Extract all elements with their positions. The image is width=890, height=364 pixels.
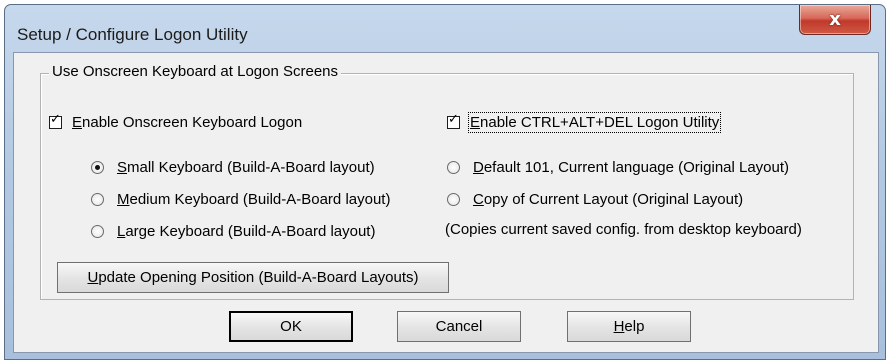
radio-label: Large Keyboard (Build-A-Board layout) xyxy=(117,223,376,240)
logon-keyboard-group: Use Onscreen Keyboard at Logon Screens ✓… xyxy=(40,63,854,300)
radio-button[interactable] xyxy=(447,193,460,206)
checkbox-box[interactable]: ✓ xyxy=(447,112,460,129)
window-title: Setup / Configure Logon Utility xyxy=(17,25,248,44)
cancel-button[interactable]: Cancel xyxy=(397,311,521,342)
button-label: Help xyxy=(613,318,645,335)
radio-copy-current-layout[interactable]: Copy of Current Layout (Original Layout) xyxy=(447,191,743,208)
group-legend: Use Onscreen Keyboard at Logon Screens xyxy=(49,63,342,80)
close-icon: x xyxy=(829,9,841,30)
checkbox-box[interactable]: ✓ xyxy=(49,112,62,129)
radio-label: Small Keyboard (Build-A-Board layout) xyxy=(117,159,375,176)
dialog-window: Setup / Configure Logon Utility x Use On… xyxy=(4,4,886,360)
radio-label: Default 101, Current language (Original … xyxy=(473,159,790,176)
copy-layout-note: (Copies current saved config. from deskt… xyxy=(445,221,802,238)
close-button[interactable]: x xyxy=(799,5,871,35)
button-label: Update Opening Position (Build-A-Board L… xyxy=(87,269,419,286)
button-label: OK xyxy=(280,318,302,335)
radio-large-keyboard[interactable]: Large Keyboard (Build-A-Board layout) xyxy=(91,223,375,240)
radio-button[interactable] xyxy=(447,161,460,174)
radio-small-keyboard[interactable]: Small Keyboard (Build-A-Board layout) xyxy=(91,159,375,176)
radio-label: Medium Keyboard (Build-A-Board layout) xyxy=(117,191,391,208)
checkbox-label: Enable CTRL+ALT+DEL Logon Utility xyxy=(467,112,722,133)
radio-selected-dot xyxy=(95,165,100,170)
checkbox-label: Enable Onscreen Keyboard Logon xyxy=(72,114,303,131)
radio-medium-keyboard[interactable]: Medium Keyboard (Build-A-Board layout) xyxy=(91,191,390,208)
checkmark-icon: ✓ xyxy=(448,112,459,127)
radio-button[interactable] xyxy=(91,161,104,174)
radio-label: Copy of Current Layout (Original Layout) xyxy=(473,191,744,208)
button-label: Cancel xyxy=(435,318,483,335)
radio-button[interactable] xyxy=(91,193,104,206)
help-button[interactable]: Help xyxy=(567,311,691,342)
radio-button[interactable] xyxy=(91,225,104,238)
ok-button[interactable]: OK xyxy=(229,311,353,342)
update-opening-position-button[interactable]: Update Opening Position (Build-A-Board L… xyxy=(57,262,449,293)
enable-onscreen-keyboard-checkbox[interactable]: ✓ Enable Onscreen Keyboard Logon xyxy=(49,112,303,131)
checkmark-icon: ✓ xyxy=(50,112,61,127)
radio-default-101[interactable]: Default 101, Current language (Original … xyxy=(447,159,789,176)
enable-ctrl-alt-del-checkbox[interactable]: ✓ Enable CTRL+ALT+DEL Logon Utility xyxy=(447,112,722,133)
dialog-client-area: Use Onscreen Keyboard at Logon Screens ✓… xyxy=(13,52,879,353)
